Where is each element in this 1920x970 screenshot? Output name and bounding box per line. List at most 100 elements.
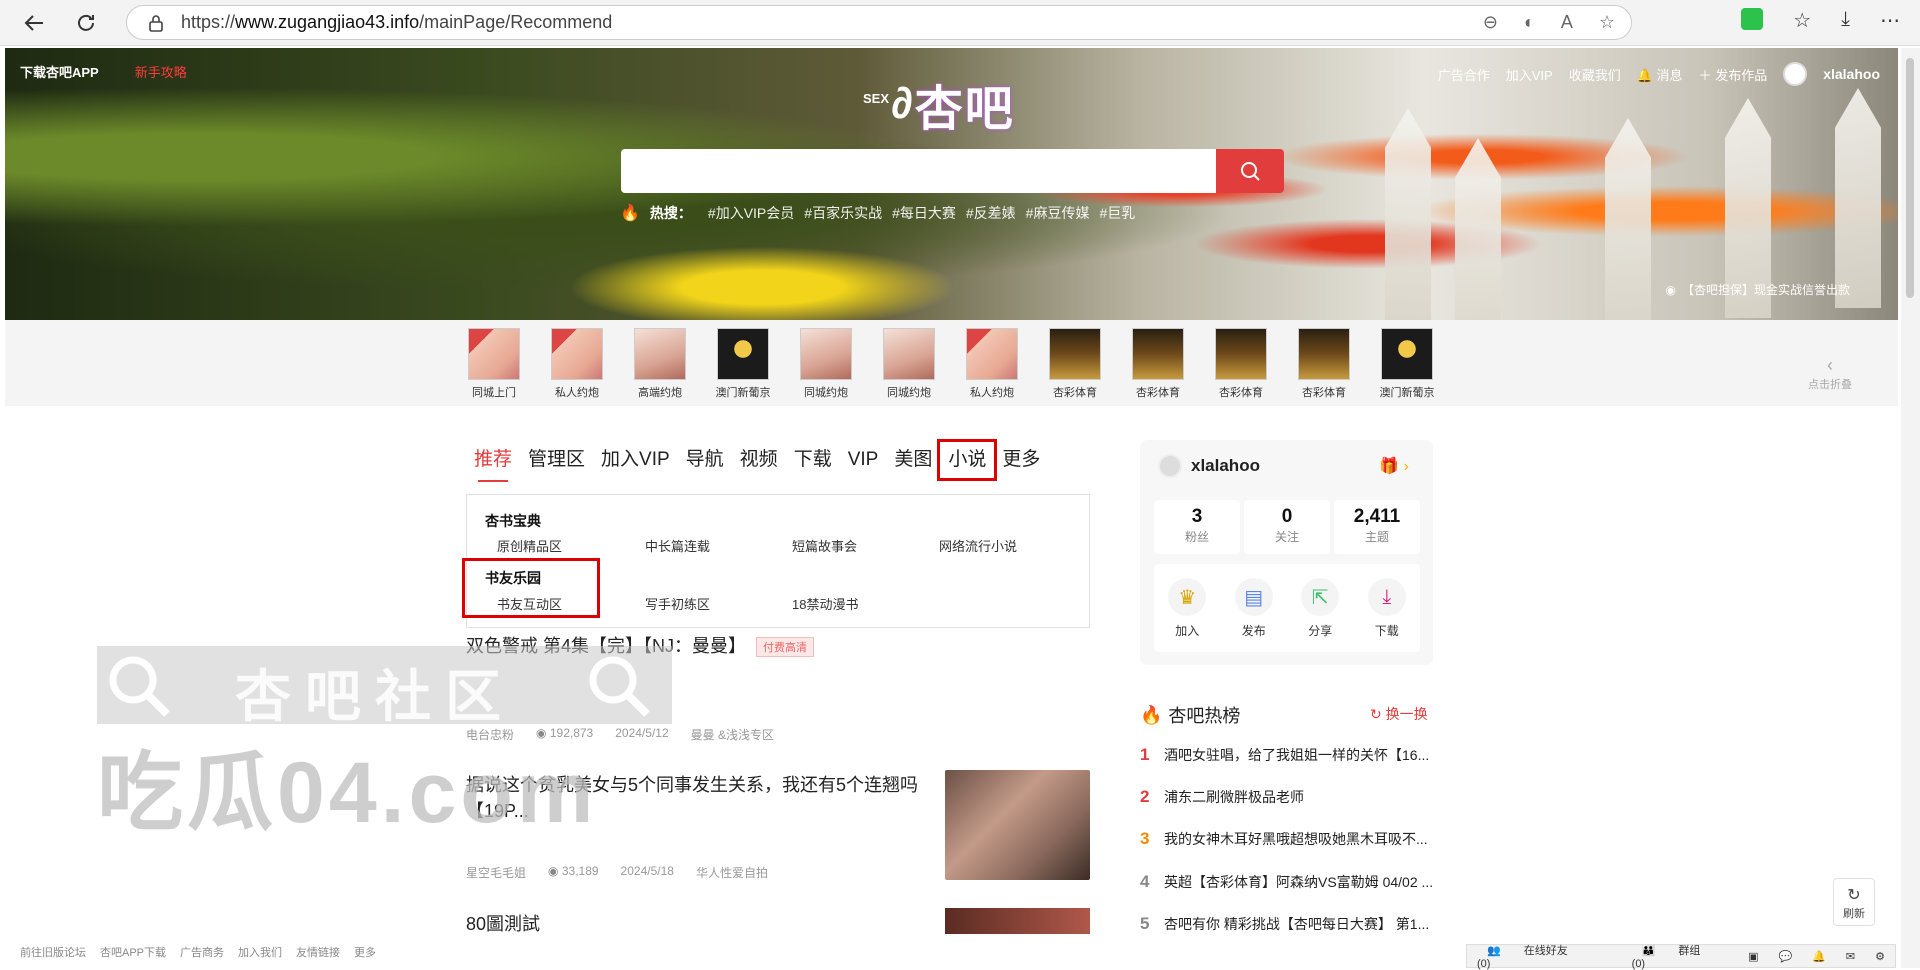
avatar[interactable] [1158,454,1182,478]
hot-tag[interactable]: #反差婊 [966,203,1016,223]
dropdown-item[interactable]: 网络流行小说 [939,536,1017,555]
ad-item[interactable]: 杏彩体育 [1047,328,1103,400]
stat-fans[interactable]: 3 粉丝 [1154,500,1240,554]
hot-list-item[interactable]: 5 杏吧有你 精彩挑战【杏吧每日大赛】 第1... [1140,914,1429,934]
gift-icon[interactable]: 🎁 › [1379,456,1409,476]
dropdown-item[interactable]: 写手初练区 [645,594,710,613]
share-button[interactable]: ⇱ 分享 [1287,564,1354,652]
online-friends-button[interactable]: 👥 在线好友(0) [1467,942,1582,970]
more-menu-icon[interactable]: ⋯ [1880,8,1900,33]
collapse-ads-button[interactable]: ‹ 点击折叠 [1808,355,1852,392]
footer-link[interactable]: 杏吧APP下载 [100,944,166,960]
footer-link[interactable]: 前往旧版论坛 [20,944,86,960]
hot-tag[interactable]: #巨乳 [1099,203,1135,223]
stat-topics[interactable]: 2,411 主题 [1334,500,1420,554]
edge-icon[interactable]: ◐ [1524,12,1535,33]
notes-icon[interactable]: ▣ [1738,950,1768,963]
join-vip-link[interactable]: 加入VIP [1506,65,1553,84]
bookmark-link[interactable]: 收藏我们 [1569,65,1621,84]
dropdown-item[interactable]: 原创精品区 [497,536,562,555]
read-aloud-icon[interactable]: A [1561,12,1573,33]
reload-button[interactable] [68,5,104,41]
post-section[interactable]: 华人性爱自拍 [696,864,768,881]
hot-tag[interactable]: #百家乐实战 [804,203,882,223]
tab-download[interactable]: 下载 [786,442,840,478]
ad-item[interactable]: 澳门新葡京 [715,328,771,400]
header-username[interactable]: xlalahoo [1823,66,1880,82]
ad-item[interactable]: 私人约炮 [964,328,1020,400]
banner-notice[interactable]: ◉ 【杏吧担保】现金实战信誉出款 [1666,281,1851,298]
post-thumbnail[interactable] [945,908,1090,934]
back-button[interactable] [16,5,52,41]
avatar[interactable] [1783,62,1808,86]
groups-button[interactable]: 👪 群组(0) [1622,942,1718,970]
footer-link[interactable]: 友情链接 [296,944,340,960]
scrollbar-thumb[interactable] [1906,58,1914,298]
favorite-star-icon[interactable]: ☆ [1599,12,1615,33]
tab-navigation[interactable]: 导航 [678,442,732,478]
footer-link[interactable]: 广告商务 [180,944,224,960]
beginner-guide-link[interactable]: 新手攻略 [135,62,187,81]
tab-admin[interactable]: 管理区 [520,442,593,478]
refresh-hot-list-button[interactable]: ↻ 换一换 [1370,704,1428,724]
ad-item[interactable]: 同城约炮 [881,328,937,400]
dropdown-item[interactable]: 18禁动漫书 [792,594,858,613]
hot-tag[interactable]: #麻豆传媒 [1026,203,1090,223]
ad-item[interactable]: 私人约炮 [549,328,605,400]
favorites-icon[interactable]: ☆ [1793,8,1811,33]
post-thumbnail[interactable] [945,770,1090,880]
tab-vip[interactable]: VIP [840,442,887,478]
hot-list-item[interactable]: 3 我的女神木耳好黑哦超想吸她黑木耳吸不... [1140,829,1428,849]
tab-more[interactable]: 更多 [994,442,1048,478]
ad-item[interactable]: 杏彩体育 [1130,328,1186,400]
tab-novels[interactable]: 小说 [937,439,998,481]
extension-icon[interactable] [1741,8,1764,30]
mail-icon[interactable]: ✉ [1836,950,1865,963]
footer-link[interactable]: 更多 [354,944,376,960]
post-title[interactable]: 80圖測試 [466,910,540,936]
site-logo[interactable]: SEX ∂ 杏吧 [863,74,1043,136]
ad-item[interactable]: 杏彩体育 [1296,328,1352,400]
ad-item[interactable]: 高端约炮 [632,328,688,400]
messages-link[interactable]: 🔔 消息 [1637,65,1683,84]
hot-list-item[interactable]: 4 英超【杏彩体育】阿森纳VS富勒姆 04/02 ... [1140,872,1433,892]
hot-tag[interactable]: #加入VIP会员 [708,203,794,223]
stat-following[interactable]: 0 关注 [1244,500,1330,554]
address-bar[interactable]: https://www.zugangjiao43.info/mainPage/R… [126,5,1632,40]
zoom-icon[interactable]: ⊖ [1483,12,1498,33]
tab-video[interactable]: 视频 [732,442,786,478]
ad-cooperation-link[interactable]: 广告合作 [1438,65,1490,84]
hot-list-item[interactable]: 2 浦东二刷微胖极品老师 [1140,787,1304,807]
settings-gear-icon[interactable]: ⚙ [1865,950,1895,963]
ad-item[interactable]: 澳门新葡京 [1379,328,1435,400]
tab-recommend[interactable]: 推荐 [466,442,520,482]
footer-link[interactable]: 加入我们 [238,944,282,960]
ad-item[interactable]: 杏彩体育 [1213,328,1269,400]
chat-icon[interactable]: 💬 [1769,950,1803,963]
downloads-icon[interactable]: ⤓ [1841,8,1850,33]
hot-tag[interactable]: #每日大赛 [892,203,956,223]
publish-button[interactable]: ▤ 发布 [1221,564,1288,652]
ad-label: 杏彩体育 [1302,387,1346,399]
dropdown-item[interactable]: 中长篇连载 [645,536,710,555]
ad-item[interactable]: 同城约炮 [798,328,854,400]
search-button[interactable] [1216,149,1284,193]
tab-pictures[interactable]: 美图 [886,442,940,478]
publish-link[interactable]: ＋ 发布作品 [1699,65,1768,84]
float-refresh-button[interactable]: ↻ 刷新 [1833,878,1875,926]
hot-search-bar: 🔥 热搜： #加入VIP会员 #百家乐实战 #每日大赛 #反差婊 #麻豆传媒 #… [620,203,1135,223]
dropdown-item[interactable]: 短篇故事会 [792,536,857,555]
hot-list-item[interactable]: 1 酒吧女驻唱，给了我姐姐一样的关怀【16... [1140,745,1429,765]
tab-join-vip[interactable]: 加入VIP [593,442,678,478]
page-scrollbar[interactable] [1901,48,1920,968]
notification-icon[interactable]: 🔔 [1802,950,1836,963]
refresh-icon: ↻ [1847,887,1861,904]
download-button[interactable]: ⤓ 下载 [1354,564,1421,652]
ad-item[interactable]: 同城上门 [466,328,522,400]
download-app-link[interactable]: 下载杏吧APP [20,62,99,81]
post-section[interactable]: 曼曼 &浅浅专区 [691,726,774,743]
join-button[interactable]: ♛ 加入 [1154,564,1221,652]
post-author[interactable]: 星空毛毛姐 [466,864,526,881]
user-card-name[interactable]: xlalahoo [1191,456,1260,476]
search-input[interactable] [621,149,1216,193]
